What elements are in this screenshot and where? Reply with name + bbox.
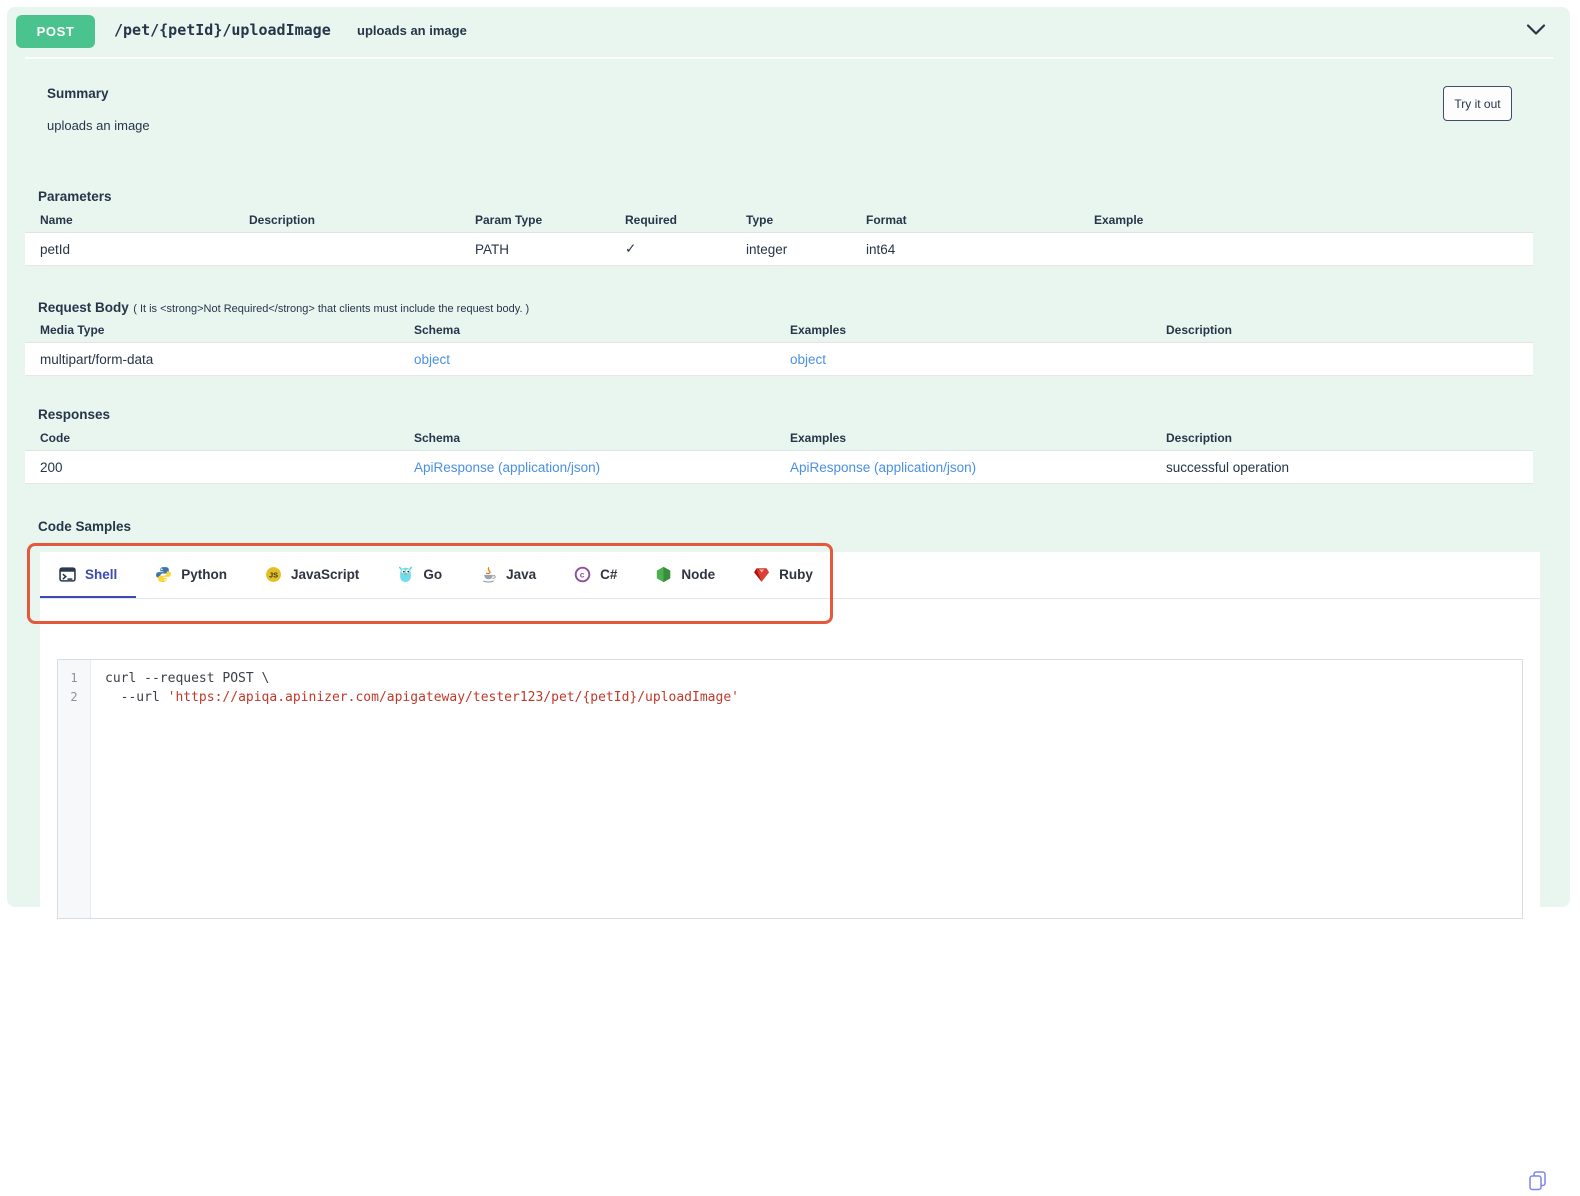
header-divider (25, 57, 1553, 59)
table-cell: integer (731, 242, 851, 257)
code-string-token: 'https://apiqa.apinizer.com/apigateway/t… (168, 690, 739, 705)
request-body-heading: Request Body ( It is <strong>Not Require… (38, 299, 1533, 323)
code-samples-panel: Shell Python JS JavaScript Go Java c C# Node Ruby… (40, 552, 1540, 907)
parameters-heading: Parameters (38, 189, 1533, 213)
table-cell: successful operation (1151, 460, 1533, 475)
column-header: Description (1151, 431, 1533, 450)
line-number-gutter: 12 (58, 660, 91, 918)
csharp-icon: c (574, 566, 591, 583)
line-number: 2 (58, 688, 90, 707)
summary-heading: Summary (47, 86, 150, 101)
tab-label: JavaScript (291, 567, 359, 582)
endpoint-card: POST /pet/{petId}/uploadImage uploads an… (7, 7, 1570, 907)
parameters-table-body: petId PATH✓integerint64 (25, 233, 1533, 266)
table-row: 200ApiResponse (application/json)ApiResp… (25, 451, 1533, 484)
request-body-section: Request Body ( It is <strong>Not Require… (25, 299, 1533, 376)
column-header: Description (234, 213, 460, 232)
request-body-heading-text: Request Body (38, 300, 129, 315)
code-language-tabs: Shell Python JS JavaScript Go Java c C# Node Ruby (40, 552, 1540, 599)
tab-label: Node (681, 567, 715, 582)
tab-label: Ruby (779, 567, 813, 582)
column-header: Code (25, 431, 399, 450)
node-icon (655, 566, 672, 583)
line-number: 1 (58, 669, 90, 688)
code-token: curl --request POST \ (105, 671, 269, 686)
tab-label: Python (181, 567, 227, 582)
column-header: Schema (399, 431, 775, 450)
code-line: curl --request POST \ (105, 669, 1522, 688)
endpoint-summary-text: uploads an image (357, 23, 467, 38)
endpoint-path: /pet/{petId}/uploadImage (114, 21, 331, 39)
tab-label: Go (423, 567, 442, 582)
try-it-out-button[interactable]: Try it out (1443, 86, 1512, 121)
svg-text:JS: JS (269, 570, 278, 579)
responses-section: Responses CodeSchemaExamplesDescription … (25, 407, 1533, 484)
tab-go[interactable]: Go (378, 552, 461, 598)
shell-terminal-icon (59, 566, 76, 583)
ruby-icon (753, 566, 770, 583)
responses-table-header: CodeSchemaExamplesDescription (25, 431, 1533, 451)
column-header: Param Type (460, 213, 610, 232)
table-cell: ✓ (610, 241, 731, 257)
summary-description: uploads an image (47, 118, 150, 133)
table-row: petId PATH✓integerint64 (25, 233, 1533, 266)
table-cell: 200 (25, 460, 399, 475)
java-icon (480, 566, 497, 583)
column-header: Type (731, 213, 851, 232)
column-header: Format (851, 213, 1079, 232)
code-token: --url (105, 690, 168, 705)
tab-java[interactable]: Java (461, 552, 555, 598)
copy-icon[interactable] (1529, 1171, 1546, 1191)
column-header: Examples (775, 431, 1151, 450)
table-cell: PATH (460, 242, 610, 257)
tab-javascript[interactable]: JS JavaScript (246, 552, 378, 598)
tab-label: Java (506, 567, 536, 582)
endpoint-header: POST /pet/{petId}/uploadImage uploads an… (7, 7, 1570, 64)
tab-label: Shell (85, 567, 117, 582)
request-body-note: ( It is <strong>Not Required</strong> th… (133, 303, 529, 315)
schema-link[interactable]: ApiResponse (application/json) (399, 460, 775, 475)
javascript-icon: JS (265, 566, 282, 583)
tab-ruby[interactable]: Ruby (734, 552, 832, 598)
table-row: multipart/form-dataobjectobject (25, 343, 1533, 376)
svg-text:c: c (580, 569, 585, 579)
code-content: curl --request POST \ --url 'https://api… (91, 660, 1522, 918)
schema-link[interactable]: ApiResponse (application/json) (775, 460, 1151, 475)
tab-shell[interactable]: Shell (40, 552, 136, 598)
column-header: Schema (399, 323, 775, 342)
go-icon (397, 566, 414, 583)
chevron-down-icon[interactable] (1526, 23, 1546, 37)
tab-node[interactable]: Node (636, 552, 734, 598)
column-header: Example (1079, 213, 1533, 232)
parameters-table-header: NameDescriptionParam TypeRequiredTypeFor… (25, 213, 1533, 233)
column-header: Required (610, 213, 731, 232)
tab-label: C# (600, 567, 617, 582)
summary-section: Summary uploads an image (40, 86, 150, 133)
tab-csharp[interactable]: c C# (555, 552, 636, 598)
schema-link[interactable]: object (775, 352, 1151, 367)
code-editor[interactable]: 12 curl --request POST \ --url 'https://… (57, 659, 1523, 919)
column-header: Examples (775, 323, 1151, 342)
code-line: --url 'https://apiqa.apinizer.com/apigat… (105, 688, 1522, 707)
table-cell: petId (25, 242, 234, 257)
schema-link[interactable]: object (399, 352, 775, 367)
tab-python[interactable]: Python (136, 552, 246, 598)
responses-heading: Responses (38, 407, 1533, 431)
table-cell: multipart/form-data (25, 352, 399, 367)
request-body-table-header: Media TypeSchemaExamplesDescription (25, 323, 1533, 343)
column-header: Name (25, 213, 234, 232)
http-method-badge[interactable]: POST (16, 15, 95, 48)
code-samples-heading: Code Samples (38, 519, 131, 534)
table-cell: int64 (851, 242, 1079, 257)
parameters-section: Parameters NameDescriptionParam TypeRequ… (25, 189, 1533, 266)
column-header: Media Type (25, 323, 399, 342)
python-icon (155, 566, 172, 583)
column-header: Description (1151, 323, 1533, 342)
responses-table-body: 200ApiResponse (application/json)ApiResp… (25, 451, 1533, 484)
request-body-table-body: multipart/form-dataobjectobject (25, 343, 1533, 376)
